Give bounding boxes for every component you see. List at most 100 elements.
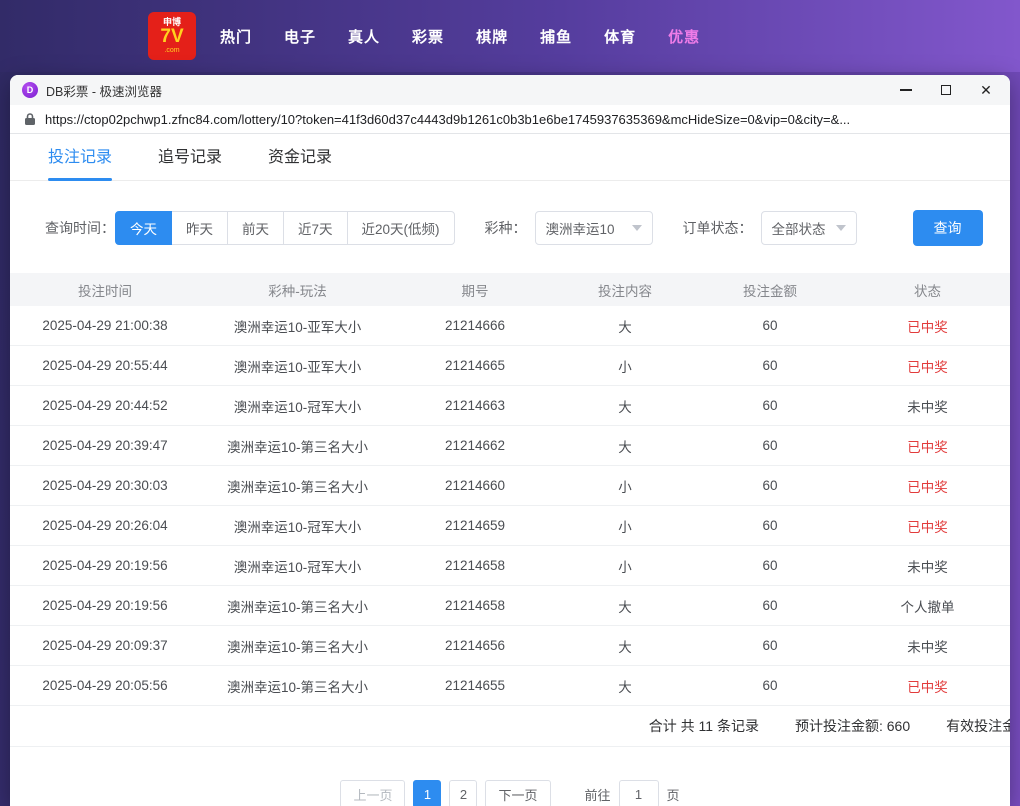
table-header-row: 投注时间彩种-玩法期号投注内容投注金额状态 (10, 273, 1010, 306)
table-header-cell: 投注内容 (555, 280, 695, 300)
goto-page-input[interactable] (619, 780, 659, 806)
cell-issue: 21214660 (395, 478, 555, 493)
table-header-cell: 投注时间 (10, 280, 200, 300)
bet-table-body: 2025-04-29 21:00:38澳洲幸运10-亚军大小21214666大6… (10, 306, 1010, 706)
cell-bet-content: 大 (555, 676, 695, 696)
cell-bet-time: 2025-04-29 20:19:56 (10, 558, 200, 573)
browser-favicon-icon: D (22, 82, 38, 98)
time-filter-last-20[interactable]: 近20天(低频) (347, 211, 455, 245)
cell-bet-content: 小 (555, 556, 695, 576)
next-page-button[interactable]: 下一页 (485, 780, 550, 806)
search-button[interactable]: 查询 (913, 210, 983, 246)
cell-game-play: 澳洲幸运10-亚军大小 (200, 356, 395, 376)
cell-bet-time: 2025-04-29 20:26:04 (10, 518, 200, 533)
page-number-1[interactable]: 1 (413, 780, 441, 806)
cell-bet-time: 2025-04-29 20:19:56 (10, 598, 200, 613)
lottery-select[interactable]: 澳洲幸运10 (535, 211, 653, 245)
cell-status: 已中奖 (845, 316, 1010, 336)
time-filter-day-before[interactable]: 前天 (227, 211, 284, 245)
cell-issue: 21214663 (395, 398, 555, 413)
nav-item-hot[interactable]: 热门 (220, 26, 252, 47)
pagination: 上一页 12 下一页 前往 页 (10, 780, 1010, 806)
cell-bet-content: 大 (555, 396, 695, 416)
nav-item-fishing[interactable]: 捕鱼 (540, 26, 572, 47)
table-row: 2025-04-29 20:05:56澳洲幸运10-第三名大小21214655大… (10, 666, 1010, 706)
record-tabs: 投注记录 追号记录 资金记录 (10, 134, 1010, 181)
cell-game-play: 澳洲幸运10-冠军大小 (200, 396, 395, 416)
chevron-down-icon (836, 225, 846, 231)
nav-item-cards[interactable]: 棋牌 (476, 26, 508, 47)
filter-bar: 查询时间： 今天昨天前天近7天近20天(低频) 彩种： 澳洲幸运10 订单状态：… (45, 210, 1010, 246)
cell-status: 未中奖 (845, 556, 1010, 576)
table-row: 2025-04-29 20:55:44澳洲幸运10-亚军大小21214665小6… (10, 346, 1010, 386)
nav-item-slots[interactable]: 电子 (284, 26, 316, 47)
time-filter-yesterday[interactable]: 昨天 (171, 211, 228, 245)
cell-bet-content: 小 (555, 476, 695, 496)
site-logo[interactable]: 申博 7V .com (148, 12, 196, 60)
browser-address-bar[interactable]: https://ctop02pchwp1.zfnc84.com/lottery/… (10, 105, 1010, 134)
cell-bet-time: 2025-04-29 20:44:52 (10, 398, 200, 413)
goto-label: 前往 (585, 785, 611, 804)
lottery-select-value: 澳洲幸运10 (546, 218, 615, 238)
table-header-cell: 投注金额 (695, 280, 845, 300)
page-number-2[interactable]: 2 (449, 780, 477, 806)
table-row: 2025-04-29 20:30:03澳洲幸运10-第三名大小21214660小… (10, 466, 1010, 506)
table-row: 2025-04-29 20:39:47澳洲幸运10-第三名大小21214662大… (10, 426, 1010, 466)
summary-bar: 合计 共 11 条记录 预计投注金额: 660 有效投注金额: (10, 706, 1010, 747)
nav-item-live[interactable]: 真人 (348, 26, 380, 47)
table-row: 2025-04-29 21:00:38澳洲幸运10-亚军大小21214666大6… (10, 306, 1010, 346)
cell-bet-amount: 60 (695, 398, 845, 413)
cell-bet-amount: 60 (695, 318, 845, 333)
cell-bet-amount: 60 (695, 558, 845, 573)
lock-icon (24, 112, 36, 126)
cell-issue: 21214655 (395, 678, 555, 693)
cell-bet-content: 大 (555, 596, 695, 616)
cell-issue: 21214662 (395, 438, 555, 453)
time-filter-last-7[interactable]: 近7天 (283, 211, 348, 245)
cell-game-play: 澳洲幸运10-第三名大小 (200, 676, 395, 696)
cell-game-play: 澳洲幸运10-冠军大小 (200, 556, 395, 576)
bet-records-table: 投注时间彩种-玩法期号投注内容投注金额状态 2025-04-29 21:00:3… (10, 273, 1010, 706)
status-select-value: 全部状态 (772, 218, 826, 238)
cell-bet-time: 2025-04-29 20:09:37 (10, 638, 200, 653)
summary-valid-amount: 有效投注金额: (946, 716, 1010, 736)
window-controls: ✕ (886, 75, 1006, 105)
table-header-cell: 彩种-玩法 (200, 280, 395, 300)
goto-page-suffix: 页 (667, 785, 680, 804)
cell-status: 已中奖 (845, 436, 1010, 456)
maximize-icon (941, 85, 951, 95)
tab-bet-records[interactable]: 投注记录 (48, 143, 112, 180)
page-number-list: 12 (413, 780, 477, 806)
cell-status: 个人撤单 (845, 596, 1010, 616)
close-button[interactable]: ✕ (966, 75, 1006, 105)
nav-item-lottery[interactable]: 彩票 (412, 26, 444, 47)
prev-page-button[interactable]: 上一页 (340, 780, 405, 806)
cell-game-play: 澳洲幸运10-第三名大小 (200, 596, 395, 616)
site-top-nav: 申博 7V .com 热门 电子 真人 彩票 棋牌 捕鱼 体育 优惠 (0, 0, 1020, 72)
cell-bet-time: 2025-04-29 20:55:44 (10, 358, 200, 373)
cell-bet-amount: 60 (695, 678, 845, 693)
table-row: 2025-04-29 20:19:56澳洲幸运10-冠军大小21214658小6… (10, 546, 1010, 586)
time-filter-today[interactable]: 今天 (115, 211, 172, 245)
cell-game-play: 澳洲幸运10-亚军大小 (200, 316, 395, 336)
nav-item-promo[interactable]: 优惠 (668, 26, 700, 47)
nav-item-sports[interactable]: 体育 (604, 26, 636, 47)
cell-bet-time: 2025-04-29 20:05:56 (10, 678, 200, 693)
tab-chase-records[interactable]: 追号记录 (158, 143, 222, 180)
cell-issue: 21214665 (395, 358, 555, 373)
url-text[interactable]: https://ctop02pchwp1.zfnc84.com/lottery/… (45, 112, 996, 127)
maximize-button[interactable] (926, 75, 966, 105)
cell-issue: 21214666 (395, 318, 555, 333)
minimize-button[interactable] (886, 75, 926, 105)
cell-game-play: 澳洲幸运10-第三名大小 (200, 636, 395, 656)
cell-status: 未中奖 (845, 636, 1010, 656)
tab-fund-records[interactable]: 资金记录 (268, 143, 332, 180)
cell-status: 已中奖 (845, 516, 1010, 536)
time-filter-label: 查询时间： (45, 218, 115, 238)
summary-total: 合计 共 11 条记录 (649, 716, 759, 736)
cell-bet-amount: 60 (695, 518, 845, 533)
order-status-select[interactable]: 全部状态 (761, 211, 857, 245)
cell-game-play: 澳洲幸运10-第三名大小 (200, 436, 395, 456)
cell-status: 已中奖 (845, 356, 1010, 376)
cell-bet-content: 小 (555, 356, 695, 376)
